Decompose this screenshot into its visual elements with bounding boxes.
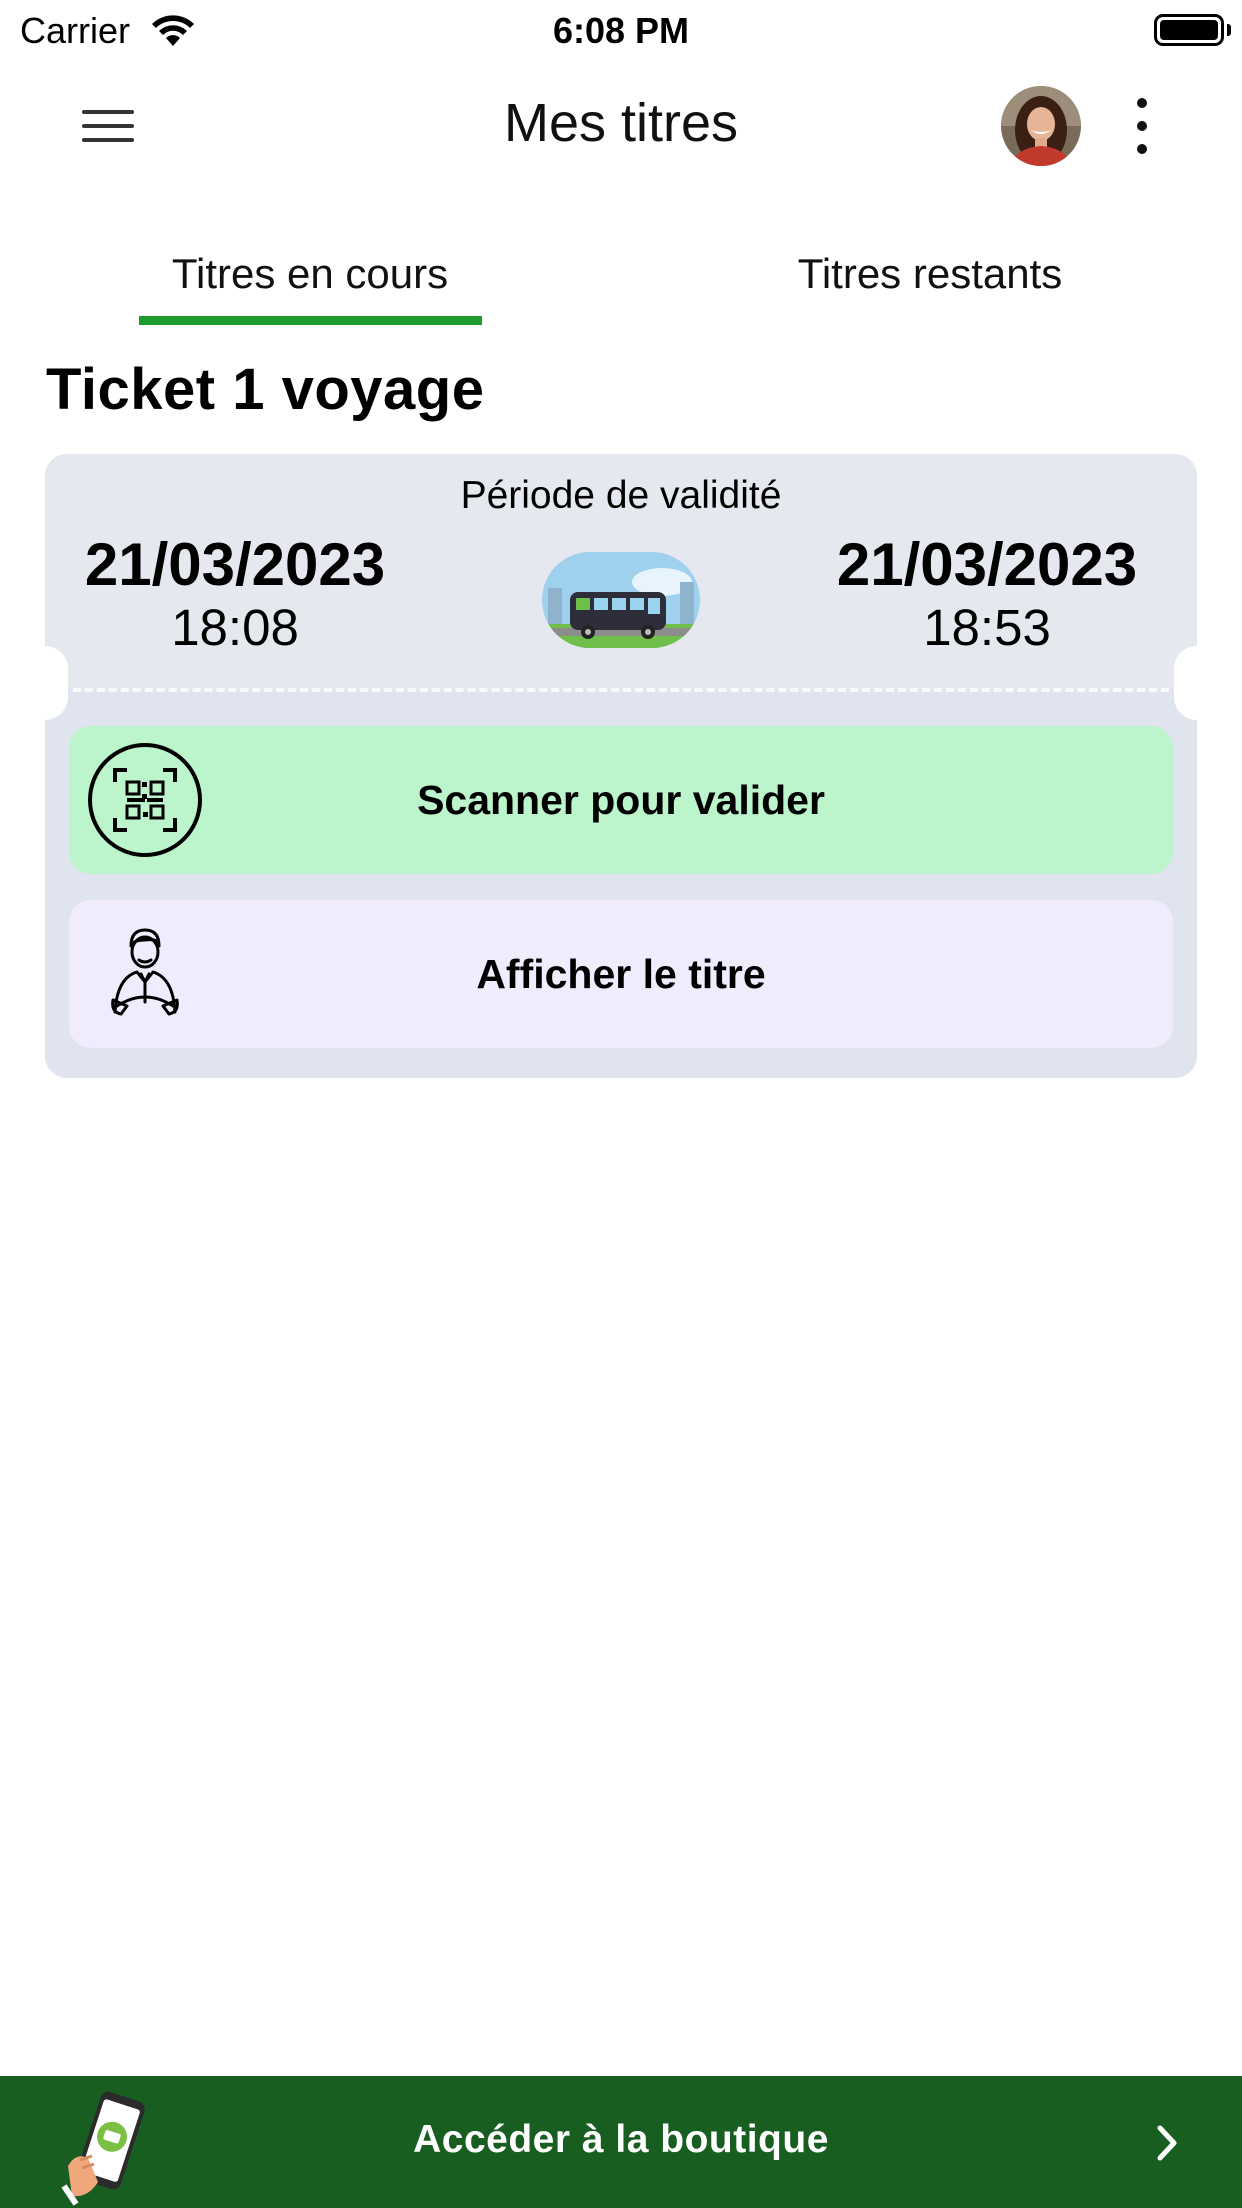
- end-date: 21/03/2023: [836, 531, 1138, 598]
- shop-link-bar[interactable]: Accéder à la boutique: [0, 2076, 1242, 2208]
- driver-icon: [111, 928, 179, 1016]
- shop-link-label: Accéder à la boutique: [413, 2118, 829, 2161]
- scan-to-validate-button[interactable]: Scanner pour valider: [69, 726, 1173, 874]
- more-vertical-icon[interactable]: [1122, 98, 1162, 154]
- ticket-notch-left: [22, 646, 68, 720]
- chevron-right-icon: [1157, 2125, 1177, 2161]
- show-button-label: Afficher le titre: [476, 950, 766, 997]
- show-ticket-button[interactable]: Afficher le titre: [69, 900, 1173, 1048]
- ticket-notch-right: [1174, 646, 1220, 720]
- ticket-title: Ticket 1 voyage: [46, 357, 485, 422]
- start-time: 18:08: [171, 599, 299, 656]
- end-time: 18:53: [923, 599, 1051, 656]
- active-tab-indicator: [139, 316, 482, 325]
- app-bar: Mes titres: [0, 62, 1242, 192]
- battery-icon: [1154, 14, 1224, 46]
- bus-icon: [542, 552, 700, 648]
- validity-label: Période de validité: [460, 474, 782, 517]
- qr-scan-icon: [88, 743, 202, 857]
- ticket-perforation: [73, 688, 1169, 692]
- scan-button-label: Scanner pour valider: [417, 776, 825, 823]
- status-time: 6:08 PM: [552, 10, 690, 51]
- ticket-validity-section: Période de validité 21/03/2023 18:08 21/…: [45, 454, 1197, 690]
- start-date: 21/03/2023: [84, 531, 386, 598]
- battery-tip: [1227, 24, 1231, 36]
- avatar[interactable]: [1001, 86, 1081, 166]
- tab-titres-en-cours[interactable]: Titres en cours: [140, 250, 480, 298]
- ticket-card: Période de validité 21/03/2023 18:08 21/…: [22, 454, 1220, 1078]
- tab-bar: Titres en cours Titres restants: [0, 236, 1242, 326]
- status-bar: Carrier 6:08 PM: [0, 0, 1242, 62]
- tab-titres-restants[interactable]: Titres restants: [760, 250, 1100, 298]
